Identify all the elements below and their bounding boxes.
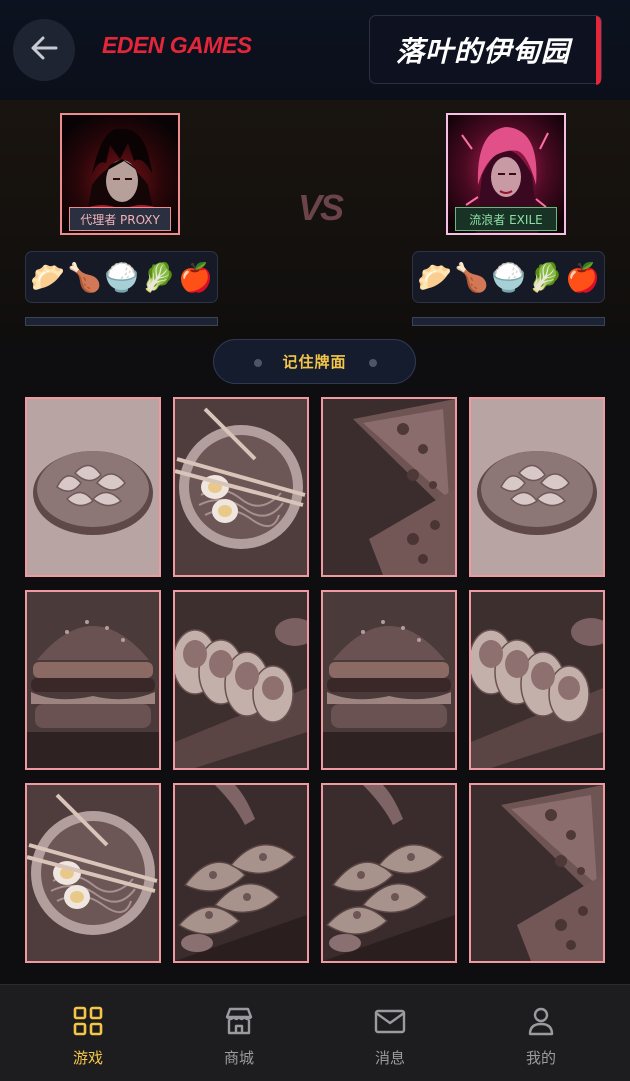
memory-card[interactable] [25,783,161,963]
progress-bar-exile [412,317,605,326]
memory-card[interactable] [173,783,309,963]
dumplings-image [27,399,159,575]
pizza-image [323,399,455,575]
burger-image [27,592,159,768]
food-inventory-proxy: 🥟 🍗 🍚 🥬 🍎 [25,251,218,303]
nav-label: 消息 [374,1049,405,1067]
nav-item-games[interactable]: 游戏 [28,985,148,1081]
player-tag-exile: 流浪者 EXILE [455,207,557,231]
player-avatar-proxy[interactable]: 代理者 PROXY [60,113,180,235]
status-dot [254,359,262,367]
rice-bowl-icon: 🍚 [491,260,526,294]
memory-card[interactable] [469,783,605,963]
memory-card[interactable] [321,783,457,963]
apple-icon: 🍎 [565,260,600,294]
status-label: 记住牌面 [282,353,347,371]
user-icon [525,1005,557,1037]
chicken-leg-icon: 🍗 [454,260,489,294]
memory-card[interactable] [321,590,457,770]
sushi-image [471,592,603,768]
store-icon [223,1005,255,1037]
dumplings-image [471,399,603,575]
leafy-green-icon: 🥬 [141,260,176,294]
vs-label: VS [298,187,344,228]
brand-logo: EDEN GAMES [102,32,252,58]
nav-label: 游戏 [72,1049,103,1067]
game-title: 落叶的伊甸园 [396,34,571,68]
bottom-nav: 游戏 商城 消息 我的 [0,984,630,1081]
nav-item-profile[interactable]: 我的 [481,985,601,1081]
back-button[interactable] [13,19,75,81]
memory-card[interactable] [173,590,309,770]
nav-label: 我的 [525,1049,556,1067]
sushi-image [175,592,307,768]
game-title-box: 落叶的伊甸园 [369,15,602,85]
chicken-leg-icon: 🍗 [67,260,102,294]
player-avatar-exile[interactable]: 流浪者 EXILE [446,113,566,235]
nav-item-store[interactable]: 商城 [179,985,299,1081]
tacos-image [323,785,455,961]
apple-icon: 🍎 [178,260,213,294]
memory-card[interactable] [25,397,161,577]
memory-card[interactable] [25,590,161,770]
progress-bar-proxy [25,317,218,326]
mail-icon [373,1005,407,1037]
leafy-green-icon: 🥬 [528,260,563,294]
top-bar: EDEN GAMES 落叶的伊甸园 [0,0,630,100]
burger-image [323,592,455,768]
memory-card[interactable] [469,590,605,770]
status-dot [369,359,377,367]
pizza-image [471,785,603,961]
nav-label: 商城 [223,1049,254,1067]
title-accent-bar [596,16,601,85]
nav-item-messages[interactable]: 消息 [330,985,450,1081]
rice-bowl-icon: 🍚 [104,260,139,294]
grid-icon [72,1005,104,1037]
food-inventory-exile: 🥟 🍗 🍚 🥬 🍎 [412,251,605,303]
memory-card[interactable] [469,397,605,577]
player-tag-proxy: 代理者 PROXY [69,207,171,231]
arrow-left-icon [29,33,59,67]
memory-card[interactable] [173,397,309,577]
tacos-image [175,785,307,961]
memory-card[interactable] [321,397,457,577]
ramen-image [27,785,159,961]
dumpling-icon: 🥟 [417,260,452,294]
dumpling-icon: 🥟 [30,260,65,294]
ramen-image [175,399,307,575]
game-status-pill: 记住牌面 [213,339,416,384]
